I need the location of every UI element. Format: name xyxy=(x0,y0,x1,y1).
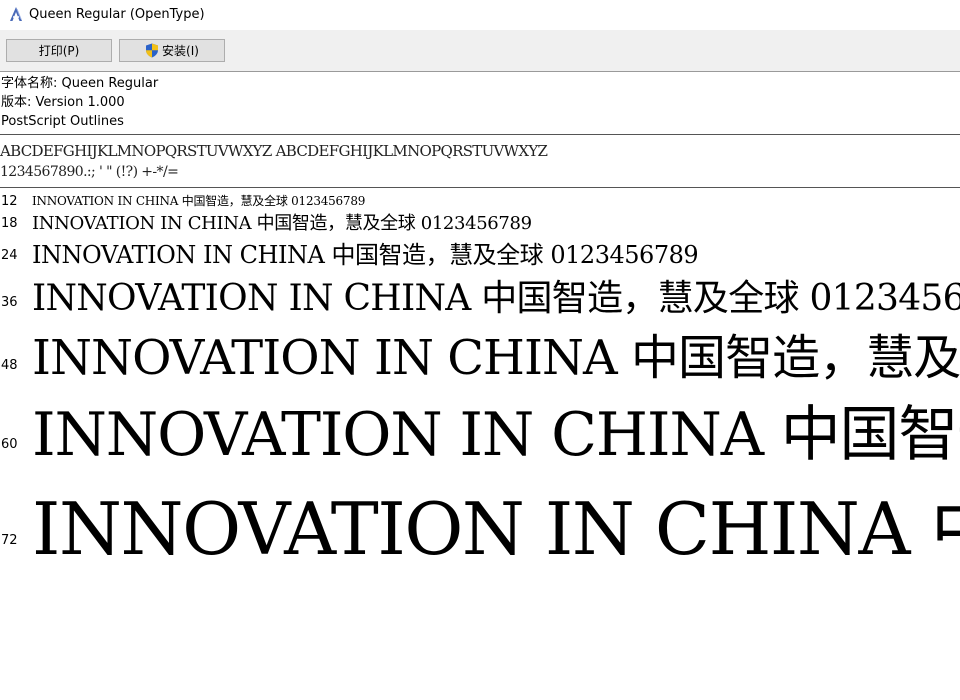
sample-size-label: 36 xyxy=(1,295,18,310)
sample-text: INNOVATION IN CHINA 中国智造，慧及全球 0123456789 xyxy=(32,330,960,382)
print-button[interactable]: 打印(P) xyxy=(6,39,112,62)
install-button[interactable]: 安装(I) xyxy=(119,39,225,62)
sample-row-18: 18 INNOVATION IN CHINA 中国智造，慧及全球 0123456… xyxy=(0,208,960,234)
sample-size-label: 60 xyxy=(1,437,18,452)
divider xyxy=(0,134,960,135)
sample-size-label: 12 xyxy=(1,194,18,209)
window-title: Queen Regular (OpenType) xyxy=(29,7,205,22)
sample-row-48: 48 INNOVATION IN CHINA 中国智造，慧及全球 0123456… xyxy=(0,316,960,382)
toolbar: 打印(P) 安装(I) xyxy=(0,30,960,72)
character-set-preview: ABCDEFGHIJKLMNOPQRSTUVWXYZ ABCDEFGHIJKLM… xyxy=(0,140,960,182)
sample-row-24: 24 INNOVATION IN CHINA 中国智造，慧及全球 0123456… xyxy=(0,234,960,268)
title-bar: Queen Regular (OpenType) xyxy=(0,0,960,30)
font-name-text: 字体名称: Queen Regular xyxy=(1,76,159,91)
sample-row-60: 60 INNOVATION IN CHINA 中国智造，慧及全球 0123456… xyxy=(0,382,960,466)
font-version-text: 版本: Version 1.000 xyxy=(1,95,125,110)
font-info: 字体名称: Queen Regular 版本: Version 1.000 Po… xyxy=(1,74,158,131)
sample-size-label: 48 xyxy=(1,358,18,373)
sample-text: INNOVATION IN CHINA 中国智造，慧及全球 0123456789 xyxy=(32,487,960,566)
charset-letters: ABCDEFGHIJKLMNOPQRSTUVWXYZ ABCDEFGHIJKLM… xyxy=(0,142,548,160)
divider xyxy=(0,187,960,188)
sample-size-label: 18 xyxy=(1,216,18,231)
sample-text: INNOVATION IN CHINA 中国智造，慧及全球 0123456789 xyxy=(32,213,532,234)
sample-text: INNOVATION IN CHINA 中国智造，慧及全球 0123456789 xyxy=(32,400,960,466)
sample-row-72: 72 INNOVATION IN CHINA 中国智造，慧及全球 0123456… xyxy=(0,466,960,566)
install-button-label: 安装(I) xyxy=(162,44,199,58)
sample-text: INNOVATION IN CHINA 中国智造，慧及全球 0123456789 xyxy=(32,278,960,316)
font-app-icon xyxy=(10,7,22,21)
sample-size-label: 24 xyxy=(1,248,18,263)
sample-size-label: 72 xyxy=(1,533,18,548)
print-button-label: 打印(P) xyxy=(38,44,80,58)
charset-digits-symbols: 1234567890.:; ' " (!?) +-*/= xyxy=(0,164,179,180)
sample-row-36: 36 INNOVATION IN CHINA 中国智造，慧及全球 0123456… xyxy=(0,266,960,316)
shield-icon xyxy=(146,43,159,58)
font-outlines-text: PostScript Outlines xyxy=(1,114,124,129)
sample-text: INNOVATION IN CHINA 中国智造，慧及全球 0123456789 xyxy=(32,194,366,208)
sample-text: INNOVATION IN CHINA 中国智造，慧及全球 0123456789 xyxy=(32,241,699,268)
